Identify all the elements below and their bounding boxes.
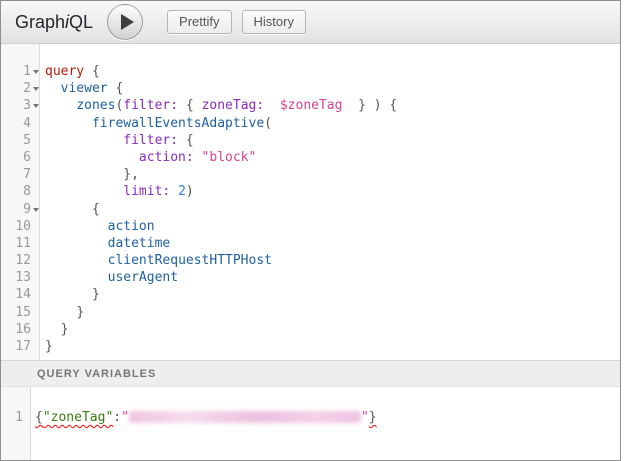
line-number: 6 <box>1 149 31 166</box>
play-icon <box>121 14 134 30</box>
code-text: filter: { <box>40 132 194 149</box>
fold-gutter <box>31 183 40 200</box>
fold-gutter <box>31 338 40 355</box>
code-text: firewallEventsAdaptive( <box>40 115 272 132</box>
fold-gutter <box>31 97 40 114</box>
fold-gutter <box>31 321 40 338</box>
history-button[interactable]: History <box>242 10 306 34</box>
line-number: 1 <box>1 409 23 426</box>
code-line: 11 datetime <box>1 235 620 252</box>
line-number: 13 <box>1 269 31 286</box>
line-number: 12 <box>1 252 31 269</box>
code-text: { <box>40 201 100 218</box>
fold-gutter <box>23 409 30 426</box>
redacted-value <box>129 411 361 423</box>
code-line: 16 } <box>1 321 620 338</box>
code-text: viewer { <box>40 80 123 97</box>
fold-arrow-icon[interactable] <box>33 104 39 108</box>
app-title: GraphiQL <box>15 12 93 33</box>
fold-arrow-icon[interactable] <box>33 87 39 91</box>
line-number: 8 <box>1 183 31 200</box>
code-text: {"zoneTag":""} <box>30 409 377 426</box>
line-number: 5 <box>1 132 31 149</box>
code-line: 14 } <box>1 286 620 303</box>
query-variables-title: QUERY VARIABLES <box>37 368 156 380</box>
query-variables-header[interactable]: QUERY VARIABLES <box>1 360 620 387</box>
variables-editor[interactable]: 1 {"zoneTag":""} <box>1 387 620 460</box>
line-number: 2 <box>1 80 31 97</box>
code-text: query { <box>40 63 100 80</box>
code-text: } <box>40 304 84 321</box>
code-text: }, <box>40 166 139 183</box>
code-text: datetime <box>40 235 170 252</box>
fold-arrow-icon[interactable] <box>33 70 39 74</box>
line-number: 16 <box>1 321 31 338</box>
code-line: 7 }, <box>1 166 620 183</box>
code-line: 17} <box>1 338 620 355</box>
app-title-text: Graph <box>15 12 65 32</box>
fold-gutter <box>31 80 40 97</box>
execute-query-button[interactable] <box>107 4 143 40</box>
code-line: 3 zones(filter: { zoneTag: $zoneTag } ) … <box>1 97 620 114</box>
code-line: 5 filter: { <box>1 132 620 149</box>
fold-gutter <box>31 218 40 235</box>
app-title-text: QL <box>69 12 93 32</box>
line-number: 11 <box>1 235 31 252</box>
fold-arrow-icon[interactable] <box>33 208 39 212</box>
code-text: action <box>40 218 155 235</box>
line-number: 15 <box>1 304 31 321</box>
code-line: 1 {"zoneTag":""} <box>1 409 620 426</box>
fold-gutter <box>31 149 40 166</box>
code-line: 15 } <box>1 304 620 321</box>
fold-gutter <box>31 63 40 80</box>
line-number: 17 <box>1 338 31 355</box>
query-editor[interactable]: 1query {2 viewer {3 zones(filter: { zone… <box>1 44 620 360</box>
fold-gutter <box>31 286 40 303</box>
code-line: 2 viewer { <box>1 80 620 97</box>
code-line: 10 action <box>1 218 620 235</box>
line-number: 14 <box>1 286 31 303</box>
code-text: } <box>40 321 68 338</box>
fold-gutter <box>31 252 40 269</box>
code-line: 8 limit: 2) <box>1 183 620 200</box>
toolbar: GraphiQL Prettify History <box>1 1 620 44</box>
code-text: } <box>40 286 100 303</box>
code-text: clientRequestHTTPHost <box>40 252 272 269</box>
line-number: 10 <box>1 218 31 235</box>
graphiql-app: GraphiQL Prettify History 1query {2 view… <box>0 0 621 461</box>
prettify-button[interactable]: Prettify <box>167 10 231 34</box>
code-text: zones(filter: { zoneTag: $zoneTag } ) { <box>40 97 397 114</box>
line-number: 7 <box>1 166 31 183</box>
code-line: 6 action: "block" <box>1 149 620 166</box>
line-number: 3 <box>1 97 31 114</box>
line-number: 9 <box>1 201 31 218</box>
code-text: } <box>40 338 53 355</box>
fold-gutter <box>31 235 40 252</box>
line-number: 4 <box>1 115 31 132</box>
fold-gutter <box>31 304 40 321</box>
fold-gutter <box>31 269 40 286</box>
code-line: 4 firewallEventsAdaptive( <box>1 115 620 132</box>
code-line: 9 { <box>1 201 620 218</box>
query-code: 1query {2 viewer {3 zones(filter: { zone… <box>1 63 620 355</box>
variables-code: 1 {"zoneTag":""} <box>1 409 620 426</box>
fold-gutter <box>31 201 40 218</box>
code-text: limit: 2) <box>40 183 194 200</box>
code-line: 1 query { <box>1 63 620 80</box>
fold-gutter <box>31 115 40 132</box>
code-text: userAgent <box>40 269 178 286</box>
fold-gutter <box>31 166 40 183</box>
fold-gutter <box>31 132 40 149</box>
line-number: 1 <box>1 63 31 80</box>
code-line: 13 userAgent <box>1 269 620 286</box>
code-text: action: "block" <box>40 149 256 166</box>
code-line: 12 clientRequestHTTPHost <box>1 252 620 269</box>
